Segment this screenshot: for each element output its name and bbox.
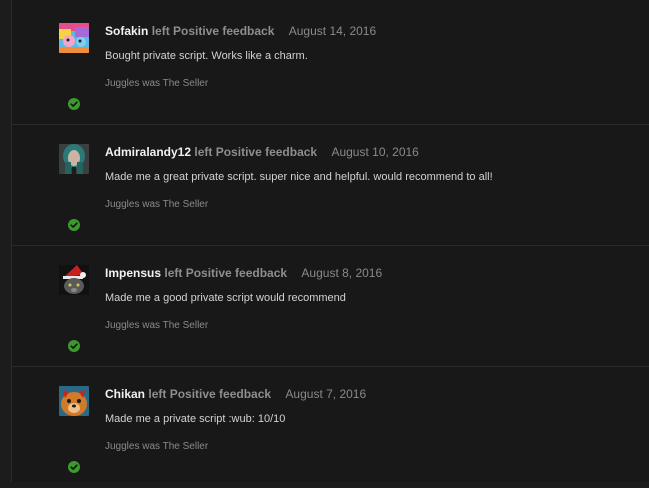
feedback-item: Chikan left Positive feedback August 7, … — [12, 367, 649, 488]
santa-cat-avatar-image — [59, 265, 89, 295]
username-link[interactable]: Chikan — [105, 387, 145, 401]
check-circle-icon — [68, 219, 80, 231]
feedback-date: August 8, 2016 — [301, 266, 383, 280]
seller-role-text: Juggles was The Seller — [105, 441, 209, 452]
feedback-message: Bought private script. Works like a char… — [105, 50, 308, 62]
username-link[interactable]: Sofakin — [105, 24, 148, 38]
check-circle-icon — [68, 98, 80, 110]
check-circle-icon — [68, 461, 80, 473]
feedback-message: Made me a good private script would reco… — [105, 292, 346, 304]
feedback-header: Impensus left Positive feedback August 8… — [105, 265, 382, 281]
feedback-header: Admiralandy12 left Positive feedback Aug… — [105, 144, 419, 160]
username-link[interactable]: Impensus — [105, 266, 161, 280]
avatar[interactable] — [59, 23, 89, 53]
feedback-item: Sofakin left Positive feedback August 14… — [12, 4, 649, 125]
username-link[interactable]: Admiralandy12 — [105, 145, 191, 159]
avatar[interactable] — [59, 265, 89, 295]
seller-role-text: Juggles was The Seller — [105, 78, 209, 89]
feedback-message: Made me a private script :wub: 10/10 — [105, 413, 286, 425]
feedback-list: Sofakin left Positive feedback August 14… — [11, 0, 649, 482]
avatar[interactable] — [59, 144, 89, 174]
feedback-action: left Positive feedback — [164, 266, 288, 280]
seller-role-text: Juggles was The Seller — [105, 199, 209, 210]
feedback-item: Impensus left Positive feedback August 8… — [12, 246, 649, 367]
feedback-message: Made me a great private script. super ni… — [105, 171, 493, 183]
feedback-action: left Positive feedback — [194, 145, 318, 159]
seller-role-text: Juggles was The Seller — [105, 320, 209, 331]
check-circle-icon — [68, 340, 80, 352]
feedback-header: Sofakin left Positive feedback August 14… — [105, 23, 376, 39]
teal-hair-avatar-image — [59, 144, 89, 174]
pony-avatar-image — [59, 23, 89, 53]
feedback-action: left Positive feedback — [148, 387, 272, 401]
avatar[interactable] — [59, 386, 89, 416]
dog-avatar-image — [59, 386, 89, 416]
feedback-date: August 7, 2016 — [285, 387, 367, 401]
feedback-date: August 14, 2016 — [288, 24, 377, 38]
feedback-item: Admiralandy12 left Positive feedback Aug… — [12, 125, 649, 246]
feedback-header: Chikan left Positive feedback August 7, … — [105, 386, 366, 402]
feedback-action: left Positive feedback — [151, 24, 275, 38]
feedback-date: August 10, 2016 — [331, 145, 419, 159]
